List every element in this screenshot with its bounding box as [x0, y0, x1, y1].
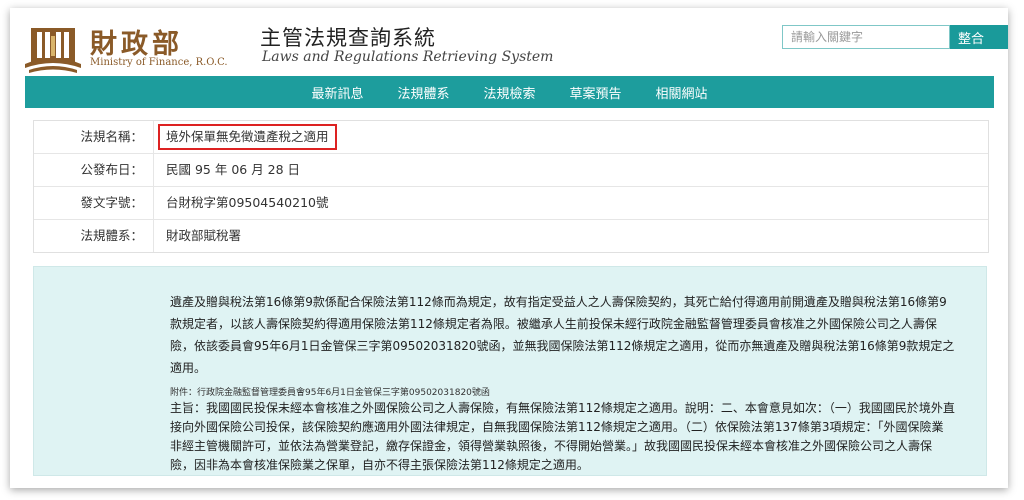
org-name-cn: 財政部 — [90, 29, 183, 60]
meta-row-name: 法規名稱： 境外保單無免徵遺產稅之適用 — [34, 121, 988, 154]
meta-label: 法規名稱： — [34, 121, 154, 153]
document-number: 台財稅字第09504540210號 — [166, 195, 329, 210]
nav-item-news[interactable]: 最新訊息 — [311, 83, 363, 102]
regulation-content: 遺產及贈與稅法第16條第9款係配合保險法第112條而為規定，故有指定受益人之人壽… — [33, 266, 987, 476]
meta-label: 法規體系： — [34, 220, 154, 252]
search-button[interactable]: 整合 — [950, 25, 1008, 49]
main-nav: 最新訊息 法規體系 法規檢索 草案預告 相關網站 — [25, 76, 994, 108]
publish-date: 民國 95 年 06 月 28 日 — [166, 162, 301, 177]
nav-item-draft-notice[interactable]: 草案預告 — [570, 83, 622, 102]
nav-item-related-sites[interactable]: 相關網站 — [656, 83, 708, 102]
meta-label: 發文字號： — [34, 187, 154, 219]
meta-row-category: 法規體系： 財政部賦稅署 — [34, 220, 988, 252]
header: 財政部 Ministry of Finance, R.O.C. 主管法規查詢系統… — [10, 8, 1008, 78]
regulation-category: 財政部賦稅署 — [166, 228, 242, 243]
meta-label: 公發布日： — [34, 154, 154, 186]
org-name-en: Ministry of Finance, R.O.C. — [90, 57, 228, 68]
attachment-note: 附件：行政院金融監督管理委員會95年6月1日金管保三字第09502031820號… — [170, 388, 490, 398]
system-name-cn: 主管法規查詢系統 — [260, 26, 436, 50]
page-frame: 財政部 Ministry of Finance, R.O.C. 主管法規查詢系統… — [10, 8, 1008, 488]
meta-value-cell: 境外保單無免徵遺產稅之適用 — [154, 121, 988, 153]
ministry-emblem-icon — [25, 28, 81, 73]
nav-item-law-system[interactable]: 法規體系 — [397, 83, 449, 102]
attachment-subject: 主旨：我國國民投保未經本會核准之外國保險公司之人壽保險，有無保險法第112條規定… — [170, 401, 955, 472]
regulation-meta-table: 法規名稱： 境外保單無免徵遺產稅之適用 公發布日： 民國 95 年 06 月 2… — [33, 120, 989, 253]
regulation-name: 境外保單無免徵遺產稅之適用 — [158, 124, 337, 150]
search-input[interactable] — [782, 25, 950, 49]
content-paragraph: 遺產及贈與稅法第16條第9款係配合保險法第112條而為規定，故有指定受益人之人壽… — [170, 295, 955, 375]
nav-item-law-search[interactable]: 法規檢索 — [483, 83, 535, 102]
system-name-en: Laws and Regulations Retrieving System — [262, 49, 554, 65]
meta-row-doc-number: 發文字號： 台財稅字第09504540210號 — [34, 187, 988, 220]
meta-row-date: 公發布日： 民國 95 年 06 月 28 日 — [34, 154, 988, 187]
